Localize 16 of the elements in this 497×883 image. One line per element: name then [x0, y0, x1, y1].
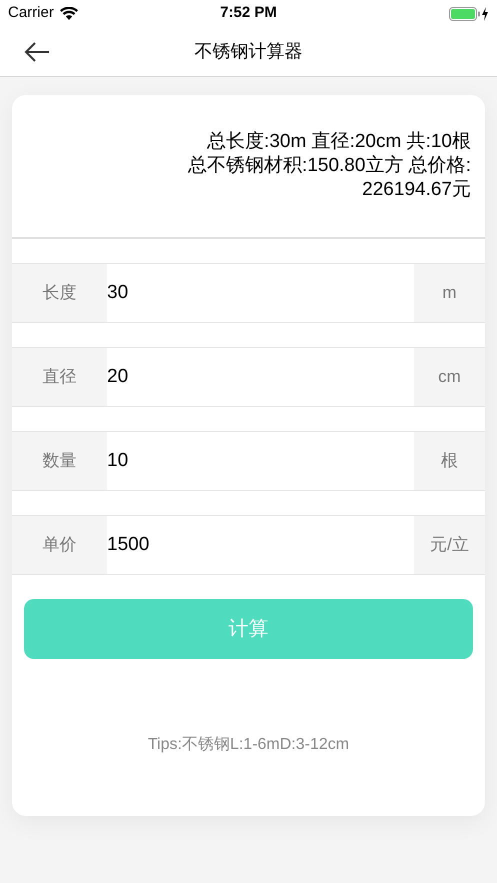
field-label: 单价	[12, 516, 107, 574]
field-label: 直径	[12, 348, 107, 406]
field-label: 长度	[12, 264, 107, 322]
unit-label: 根	[414, 432, 485, 490]
status-time: 7:52 PM	[220, 3, 277, 24]
tips-text: Tips:不锈钢L:1-6mD:3-12cm	[146, 735, 350, 755]
wifi-icon	[60, 7, 78, 20]
unit-label: cm	[414, 348, 485, 406]
unit-label: m	[414, 264, 485, 322]
result-summary: 总长度:30m 直径:20cm 共:10根 总不锈钢材积:150.80立方 总价格: 226194.67元	[188, 130, 471, 202]
battery-charging-icon	[449, 6, 489, 20]
field-label: 数量	[12, 432, 107, 490]
carrier-label: Carrier	[8, 3, 54, 24]
screen-title: 不锈钢计算器	[194, 40, 302, 63]
back-arrow-icon	[24, 42, 50, 62]
unit-label: 元/立	[414, 516, 485, 574]
